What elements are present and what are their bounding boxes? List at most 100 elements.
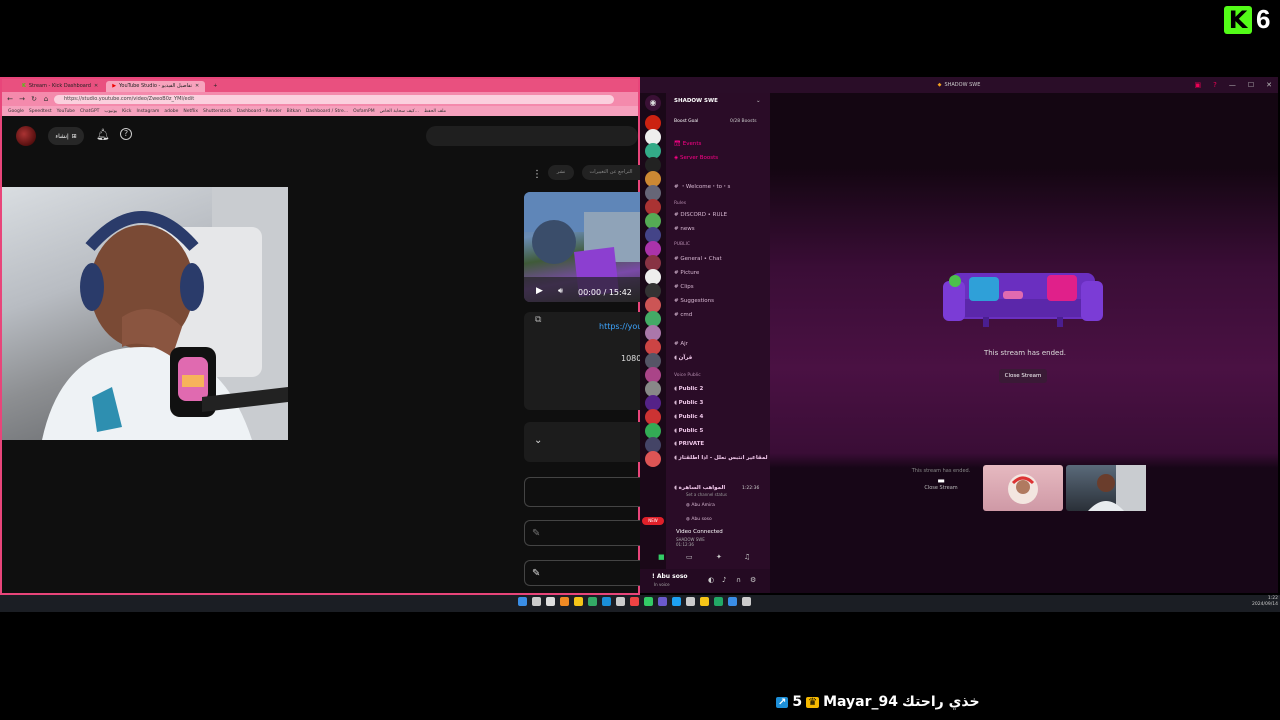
bookmark-item[interactable]: OxfamPM xyxy=(353,109,375,114)
participant-tile-2[interactable] xyxy=(1066,465,1146,511)
browser-tab-youtube-studio[interactable]: ▶ YouTube Studio - تفاصيل الفيديو ✕ xyxy=(106,81,206,92)
text-channel[interactable]: # cmd xyxy=(674,312,692,318)
soundboard-icon[interactable]: ♫ xyxy=(744,553,750,561)
voice-channel[interactable]: ◖ لمقاعير انتبس نعلل - اذا اطلقتاز xyxy=(674,455,768,461)
text-field[interactable] xyxy=(524,477,640,507)
taskbar-app-icon[interactable] xyxy=(672,597,681,606)
channel-category[interactable]: Voice Public xyxy=(674,373,701,378)
close-stream-button[interactable]: Close Stream xyxy=(999,369,1047,383)
taskbar-app-icon[interactable] xyxy=(742,597,751,606)
browser-tab-kick[interactable]: K Stream - Kick Dashboard ✕ xyxy=(16,81,104,92)
server-name[interactable]: SHADOW SWE xyxy=(674,98,718,104)
pencil-icon[interactable]: ✎ xyxy=(532,528,540,539)
new-tab-button[interactable]: + xyxy=(207,81,223,92)
bookmark-item[interactable]: Netflix xyxy=(183,109,198,114)
bookmark-item[interactable]: كيف سحابة الخاص... xyxy=(380,109,419,114)
text-channel[interactable]: # Clips xyxy=(674,284,694,290)
channel-category[interactable]: Rules xyxy=(674,201,686,206)
activity-icon[interactable]: ✦ xyxy=(716,553,722,561)
bookmark-item[interactable]: Shutterstock xyxy=(203,109,232,114)
back-icon[interactable]: ← xyxy=(6,95,14,103)
settings-gear-icon[interactable]: ⚙ xyxy=(750,576,756,584)
voice-channel[interactable]: ◖ Public 4 xyxy=(674,414,703,420)
bookmark-item[interactable]: YouTube xyxy=(57,109,75,114)
mini-stream-tile[interactable]: This stream has ended. ▬ Close Stream xyxy=(902,465,980,509)
sidebar-item-events[interactable]: 📅︎ Events xyxy=(674,141,701,147)
pencil-icon[interactable]: ✎ xyxy=(532,568,540,579)
discord-home-icon[interactable]: ◉ xyxy=(645,95,661,111)
voice-channel[interactable]: ◖ Public 3 xyxy=(674,400,703,406)
undo-changes-button[interactable]: التراجع عن التغييرات xyxy=(582,165,640,180)
bookmark-item[interactable]: Speedtest xyxy=(29,109,52,114)
text-channel[interactable]: # ・Welcome・to・s xyxy=(674,182,730,190)
taskbar-app-icon[interactable] xyxy=(658,597,667,606)
help-icon[interactable]: ? xyxy=(120,128,132,140)
sidebar-item-server-boosts[interactable]: ◈ Server Boosts xyxy=(674,155,718,161)
help-icon[interactable]: ? xyxy=(1213,81,1217,89)
taskbar-app-icon[interactable] xyxy=(532,597,541,606)
volume-icon[interactable]: 🔊︎ xyxy=(558,286,563,296)
taskbar-app-icon[interactable] xyxy=(518,597,527,606)
headphones-icon[interactable]: ∩ xyxy=(736,576,741,584)
more-options-icon[interactable]: ⋮ xyxy=(532,169,542,180)
system-clock[interactable]: 1:22 2024/09/14 xyxy=(1252,596,1278,608)
edit-field-2[interactable] xyxy=(524,560,640,586)
camera-icon[interactable]: ■ xyxy=(658,553,665,561)
edit-field[interactable] xyxy=(524,520,640,546)
minimize-icon[interactable]: — xyxy=(1229,81,1236,89)
voice-channel[interactable]: ◖ Public 2 xyxy=(674,386,703,392)
taskbar-app-icon[interactable] xyxy=(714,597,723,606)
copy-icon[interactable]: ⧉ xyxy=(535,315,541,325)
microphone-icon[interactable]: ♪ xyxy=(722,576,726,584)
home-icon[interactable]: ⌂ xyxy=(42,95,50,103)
voice-channel[interactable]: ◖ PRIVATE xyxy=(674,441,704,447)
voice-member-abu-amira[interactable]: ◍ Abu Amira xyxy=(686,503,715,508)
taskbar-app-icon[interactable] xyxy=(574,597,583,606)
text-channel[interactable]: # news xyxy=(674,226,695,232)
url-input[interactable]: https://studio.youtube.com/video/ZweoB0z… xyxy=(54,94,614,104)
taskbar-app-icon[interactable] xyxy=(700,597,709,606)
mini-close-text[interactable]: Close Stream xyxy=(902,485,980,491)
bookmark-item[interactable]: Dashboard - Render xyxy=(237,109,282,114)
game-icon[interactable]: ◐ xyxy=(708,576,714,584)
reload-icon[interactable]: ↻ xyxy=(30,95,38,103)
channel-category[interactable]: PUBLIC xyxy=(674,242,690,247)
bookmark-item[interactable]: ملف الحفظ xyxy=(424,109,446,114)
bookmark-item[interactable]: Kick xyxy=(122,109,131,114)
close-tab-icon[interactable]: ✕ xyxy=(94,81,98,92)
bookmark-item[interactable]: Google xyxy=(8,109,24,114)
close-tab-icon[interactable]: ✕ xyxy=(195,81,199,92)
taskbar-app-icon[interactable] xyxy=(686,597,695,606)
search-input[interactable] xyxy=(426,126,638,146)
publish-button[interactable]: نشر xyxy=(548,165,574,180)
inbox-icon[interactable]: ▣ xyxy=(1195,81,1202,89)
text-channel[interactable]: # General • Chat xyxy=(674,256,722,262)
taskbar-app-icon[interactable] xyxy=(630,597,639,606)
maximize-icon[interactable]: ☐ xyxy=(1248,81,1254,89)
bookmark-item[interactable]: Bitkan xyxy=(287,109,301,114)
voice-status[interactable]: Set a channel status xyxy=(686,492,727,497)
username[interactable]: ! Abu soso xyxy=(652,573,688,580)
bell-icon[interactable]: 🔔︎ xyxy=(96,128,110,141)
voice-channel[interactable]: ◖ قرآن xyxy=(674,355,692,361)
taskbar-app-icon[interactable] xyxy=(560,597,569,606)
voice-member-abu-soso[interactable]: ◍ Abu soso xyxy=(686,517,712,522)
video-link[interactable]: https://you xyxy=(599,322,642,331)
text-channel[interactable]: # Suggestions xyxy=(674,298,714,304)
taskbar-app-icon[interactable] xyxy=(616,597,625,606)
voice-channel[interactable]: ◖ Public 5 xyxy=(674,428,703,434)
taskbar-app-icon[interactable] xyxy=(546,597,555,606)
bookmark-item[interactable]: Dashboard / Stre... xyxy=(306,109,348,114)
create-button[interactable]: إنشاء ⊞ xyxy=(48,127,84,145)
forward-icon[interactable]: → xyxy=(18,95,26,103)
participant-tile-1[interactable] xyxy=(983,465,1063,511)
taskbar-app-icon[interactable] xyxy=(588,597,597,606)
screen-share-icon[interactable]: ▭ xyxy=(686,553,693,561)
text-channel[interactable]: # Ajr xyxy=(674,341,688,347)
server-icon[interactable] xyxy=(645,451,661,467)
play-icon[interactable]: ▶ xyxy=(536,286,543,296)
taskbar-app-icon[interactable] xyxy=(644,597,653,606)
bookmark-item[interactable]: يوتيوب xyxy=(104,109,117,114)
text-channel[interactable]: # Picture xyxy=(674,270,699,276)
taskbar-app-icon[interactable] xyxy=(728,597,737,606)
